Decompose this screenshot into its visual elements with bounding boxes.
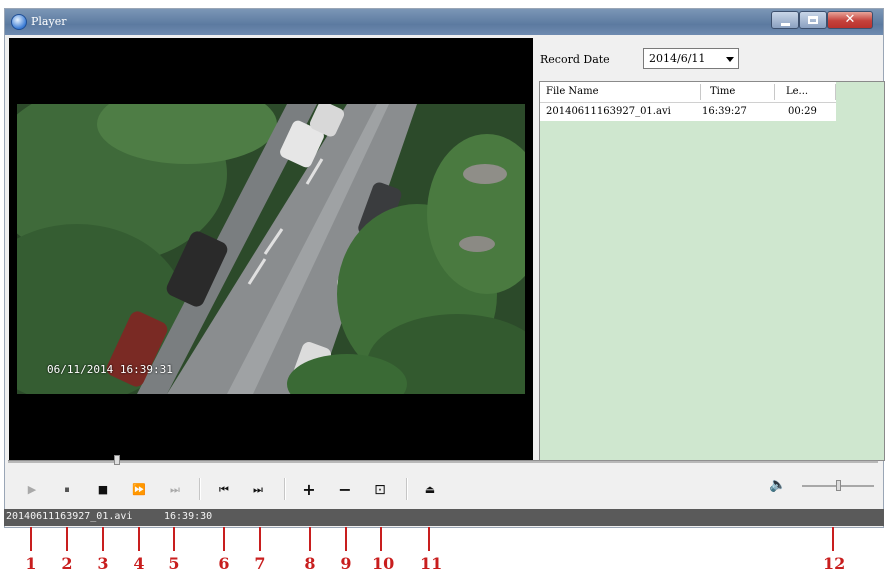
callout-number: 8 (304, 554, 316, 573)
title-bar[interactable]: Player ✕ (5, 9, 883, 35)
callout-line (428, 527, 430, 551)
callout-line (223, 527, 225, 551)
toolbar-divider (199, 478, 201, 500)
seek-bar[interactable] (8, 460, 878, 463)
video-frame[interactable]: 06/11/2014 16:39:31 (17, 104, 525, 394)
video-timestamp: 06/11/2014 16:39:31 (47, 363, 173, 376)
play-icon: ▶ (27, 483, 37, 496)
callout-line (309, 527, 311, 551)
volume-button[interactable]: 🔈 (768, 477, 788, 497)
next-frame-icon: ⏭ (170, 483, 180, 496)
chevron-down-icon (726, 57, 734, 62)
toolbar-divider (406, 478, 408, 500)
status-time: 16:39:30 (164, 511, 213, 522)
column-file-name[interactable]: File Name (546, 86, 599, 97)
seek-handle[interactable] (114, 455, 120, 465)
callout-number: 7 (254, 554, 266, 573)
column-divider[interactable] (774, 84, 775, 100)
callout-line (259, 527, 261, 551)
file-list[interactable]: File Name Time Le... 20140611163927_01.a… (539, 81, 885, 461)
app-icon (11, 14, 27, 30)
speaker-icon: 🔈 (769, 477, 787, 493)
previous-file-button[interactable]: ⏮ (212, 479, 236, 501)
video-image (17, 104, 525, 394)
skip-back-icon: ⏮ (219, 483, 229, 496)
eject-button[interactable]: ⏏ (418, 479, 442, 501)
callout-line (173, 527, 175, 551)
callout-line (66, 527, 68, 551)
record-date-label: Record Date (540, 53, 610, 66)
callout-line (30, 527, 32, 551)
callout-line (345, 527, 347, 551)
pause-icon: ⏸ (64, 483, 70, 496)
callout-number: 10 (372, 554, 395, 573)
record-date-select[interactable]: 2014/6/11 (643, 48, 739, 69)
skip-forward-icon: ⏭ (253, 483, 263, 496)
callout-number: 4 (133, 554, 145, 573)
fast-forward-button[interactable]: ⏩ (127, 479, 151, 501)
callout-line (102, 527, 104, 551)
video-pane[interactable]: 06/11/2014 16:39:31 (9, 38, 533, 463)
stop-icon: ■ (97, 483, 109, 496)
close-icon: ✕ (844, 12, 856, 27)
fullscreen-button[interactable]: ⊡ (368, 479, 392, 501)
callout-number: 9 (340, 554, 352, 573)
minimize-button[interactable] (771, 11, 799, 29)
column-divider[interactable] (835, 84, 836, 100)
callout-number: 6 (218, 554, 230, 573)
record-date-value: 2014/6/11 (649, 52, 706, 65)
status-bar: 20140611163927_01.avi 16:39:30 (4, 509, 884, 526)
callout-number: 2 (61, 554, 73, 573)
callout-number: 1 (25, 554, 37, 573)
callout-number: 11 (420, 554, 443, 573)
status-file-name: 20140611163927_01.avi (6, 511, 133, 522)
row-file-name: 20140611163927_01.avi (546, 106, 671, 117)
zoom-out-button[interactable]: − (333, 479, 357, 501)
eject-icon: ⏏ (424, 483, 436, 496)
stop-button[interactable]: ■ (91, 479, 115, 501)
callout-number: 3 (97, 554, 109, 573)
plus-icon: + (302, 480, 316, 499)
toolbar-divider (284, 478, 286, 500)
fast-forward-icon: ⏩ (132, 483, 146, 496)
file-list-header: File Name Time Le... (540, 82, 836, 103)
close-button[interactable]: ✕ (827, 11, 873, 29)
row-time: 16:39:27 (702, 106, 747, 117)
pause-button[interactable]: ⏸ (55, 479, 79, 501)
next-file-button[interactable]: ⏭ (246, 479, 270, 501)
fullscreen-icon: ⊡ (374, 482, 386, 498)
zoom-in-button[interactable]: + (297, 479, 321, 501)
window-title: Player (31, 15, 67, 28)
next-frame-button[interactable]: ⏭ (163, 479, 187, 501)
volume-handle[interactable] (836, 480, 841, 491)
row-length: 00:29 (788, 106, 817, 117)
callout-number: 5 (168, 554, 180, 573)
record-panel: Record Date 2014/6/11 File Name Time Le.… (533, 38, 885, 463)
callout-line (832, 527, 834, 551)
play-button[interactable]: ▶ (20, 479, 44, 501)
player-window: Player ✕ 06/11/2014 16:39:31 Record Date… (4, 8, 885, 528)
maximize-button[interactable] (799, 11, 827, 29)
callout-number: 12 (823, 554, 846, 573)
table-row[interactable]: 20140611163927_01.avi 16:39:27 00:29 (540, 103, 836, 121)
column-time[interactable]: Time (710, 86, 735, 97)
column-length[interactable]: Le... (786, 86, 808, 97)
minus-icon: − (338, 480, 352, 499)
callout-line (138, 527, 140, 551)
column-divider[interactable] (700, 84, 701, 100)
callout-line (380, 527, 382, 551)
